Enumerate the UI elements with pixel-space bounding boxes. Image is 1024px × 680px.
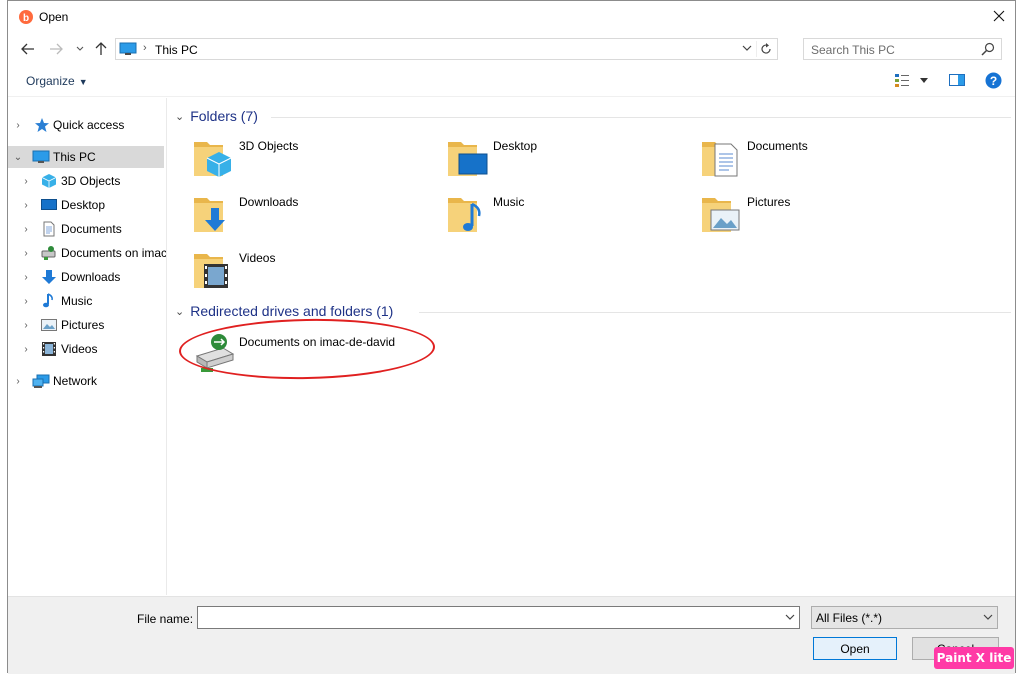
arrow-up-icon: [95, 42, 107, 55]
documents-folder-icon: [702, 142, 738, 177]
desktop-icon: [41, 199, 57, 210]
group-header-redirected[interactable]: ⌄ Redirected drives and folders (1): [175, 303, 393, 319]
sidebar-item-downloads[interactable]: › Downloads: [8, 266, 164, 288]
file-name-input[interactable]: [197, 606, 800, 629]
chevron-down-icon[interactable]: [785, 612, 795, 622]
music-folder-icon: [448, 198, 481, 232]
chevron-right-icon[interactable]: ›: [20, 200, 32, 211]
chevron-down-icon[interactable]: ⌄: [12, 152, 24, 163]
sidebar-item-documents[interactable]: › Documents: [8, 218, 164, 240]
group-divider: [419, 312, 1011, 313]
close-button[interactable]: [983, 1, 1015, 31]
app-icon: b: [19, 10, 33, 24]
search-input[interactable]: Search This PC: [803, 38, 1002, 60]
refresh-button[interactable]: [756, 41, 775, 57]
recent-locations-button[interactable]: [70, 39, 90, 59]
downloads-folder-icon: [194, 198, 225, 232]
desktop-folder-icon: [448, 142, 488, 176]
videos-folder-icon: [194, 254, 228, 288]
file-type-select[interactable]: All Files (*.*): [811, 606, 998, 629]
command-bar: Organize ▼ ?: [8, 66, 1015, 97]
navigation-pane[interactable]: › Quick access ⌄ This PC › 3D Objects › …: [8, 98, 167, 595]
chevron-down-icon: [76, 46, 84, 51]
window-title: Open: [39, 10, 69, 24]
network-icon: [32, 374, 50, 388]
sidebar-item-this-pc[interactable]: ⌄ This PC: [8, 146, 164, 168]
film-strip-icon: [42, 342, 56, 356]
3d-objects-icon: [41, 174, 57, 188]
address-row: › This PC Search This PC: [8, 37, 1015, 61]
download-arrow-icon: [42, 270, 56, 284]
title-bar: b Open: [8, 1, 1015, 33]
svg-text:?: ?: [990, 74, 997, 88]
chevron-right-icon[interactable]: ›: [12, 120, 24, 131]
up-button[interactable]: [91, 39, 111, 59]
close-icon: [993, 10, 1005, 22]
sidebar-item-pictures[interactable]: › Pictures: [8, 314, 164, 336]
address-bar[interactable]: › This PC: [115, 38, 778, 60]
breadcrumb-separator: ›: [143, 42, 147, 54]
chevron-down-icon[interactable]: [742, 43, 752, 53]
arrow-right-icon: [50, 43, 63, 55]
file-list[interactable]: ⌄ Folders (7) 3D Objects Desktop Documen…: [167, 98, 1015, 595]
sidebar-item-quick-access[interactable]: › Quick access: [8, 114, 164, 136]
sidebar-item-network[interactable]: › Network: [8, 370, 164, 392]
3d-objects-folder-icon: [194, 142, 232, 177]
caret-down-icon: ▼: [78, 77, 88, 87]
chevron-down-icon[interactable]: ⌄: [175, 305, 184, 318]
folder-tile-music[interactable]: Music: [447, 192, 687, 244]
group-divider: [271, 117, 1011, 118]
sidebar-item-documents-on-imac[interactable]: › Documents on imac-de-david: [8, 242, 166, 264]
picture-icon: [41, 319, 57, 331]
file-name-bar: File name: All Files (*.*) Open Cancel: [8, 596, 1015, 674]
breadcrumb[interactable]: This PC: [155, 43, 198, 57]
pictures-folder-icon: [702, 198, 740, 232]
sidebar-item-desktop[interactable]: › Desktop: [8, 194, 164, 216]
preview-pane-icon[interactable]: [949, 73, 965, 87]
folder-tile-pictures[interactable]: Pictures: [701, 192, 941, 244]
help-icon[interactable]: ?: [985, 72, 1002, 89]
folder-tile-desktop[interactable]: Desktop: [447, 136, 687, 188]
chevron-right-icon[interactable]: ›: [20, 272, 32, 283]
chevron-right-icon[interactable]: ›: [20, 248, 32, 259]
chevron-down-icon: [983, 614, 993, 620]
search-placeholder: Search This PC: [811, 43, 895, 57]
folder-tile-downloads[interactable]: Downloads: [193, 192, 433, 244]
folder-tile-3d-objects[interactable]: 3D Objects: [193, 136, 433, 188]
folder-tile-videos[interactable]: Videos: [193, 248, 433, 300]
chevron-down-icon[interactable]: ⌄: [175, 110, 184, 123]
document-icon: [43, 221, 55, 237]
view-options-icon[interactable]: [894, 73, 910, 87]
arrow-left-icon: [21, 43, 34, 55]
organize-label: Organize: [26, 74, 75, 88]
view-dropdown-icon[interactable]: [920, 78, 928, 83]
paint-x-lite-watermark: Paint X lite: [934, 647, 1014, 669]
this-pc-icon: [32, 150, 50, 163]
open-button[interactable]: Open: [813, 637, 897, 660]
music-note-icon: [43, 293, 53, 308]
chevron-right-icon[interactable]: ›: [20, 296, 32, 307]
sidebar-item-videos[interactable]: › Videos: [8, 338, 164, 360]
group-header-folders[interactable]: ⌄ Folders (7): [175, 108, 258, 124]
folder-tile-documents[interactable]: Documents: [701, 136, 941, 188]
svg-text:b: b: [23, 13, 29, 24]
chevron-right-icon[interactable]: ›: [20, 344, 32, 355]
search-icon: [981, 42, 995, 56]
network-drive-icon: [41, 246, 56, 260]
back-button[interactable]: [18, 39, 38, 59]
forward-button[interactable]: [46, 39, 66, 59]
organize-button[interactable]: Organize ▼: [26, 74, 88, 88]
chevron-right-icon[interactable]: ›: [20, 320, 32, 331]
sidebar-item-3d-objects[interactable]: › 3D Objects: [8, 170, 164, 192]
open-dialog: b Open › This PC Search This PC Organize…: [7, 0, 1016, 674]
this-pc-icon: [119, 42, 137, 55]
chevron-right-icon[interactable]: ›: [20, 224, 32, 235]
refresh-icon: [761, 43, 771, 54]
sidebar-item-music[interactable]: › Music: [8, 290, 164, 312]
chevron-right-icon[interactable]: ›: [20, 176, 32, 187]
star-icon: [35, 118, 49, 132]
chevron-right-icon[interactable]: ›: [12, 376, 24, 387]
file-type-value: All Files (*.*): [816, 611, 883, 625]
file-name-label: File name:: [137, 612, 194, 626]
